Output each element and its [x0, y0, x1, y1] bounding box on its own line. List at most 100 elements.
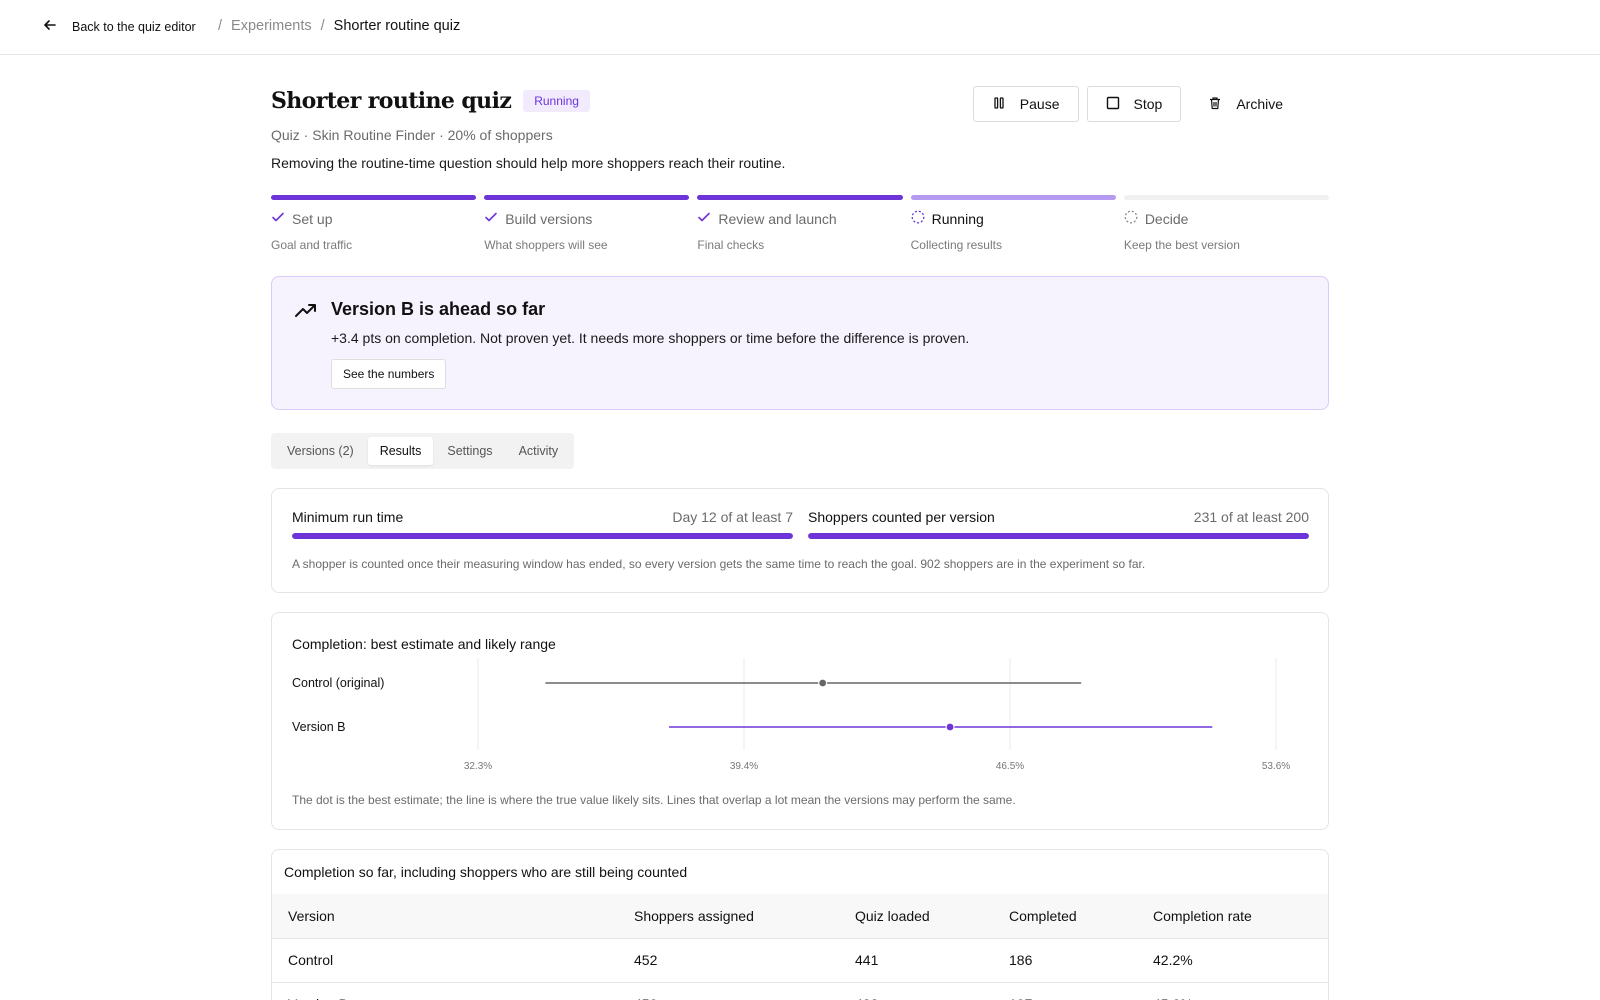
column-header: Quiz loaded — [855, 894, 1009, 939]
step-desc: Final checks — [697, 238, 765, 252]
run-time-value: Day 12 of at least 7 — [672, 509, 793, 525]
step-label: Review and launch — [718, 210, 837, 227]
table-cell: 45.0% — [1153, 982, 1328, 1000]
table-row: Version B45043819745.0% — [272, 982, 1328, 1000]
table-cell: 186 — [1009, 938, 1153, 983]
chart-note: The dot is the best estimate; the line i… — [292, 793, 1016, 807]
progress-card: Minimum run time Day 12 of at least 7 Sh… — [271, 488, 1329, 593]
step-decide: Decide Keep the best version — [1123, 195, 1330, 252]
completion-table-card: Completion so far, including shoppers wh… — [271, 849, 1329, 1000]
tab-results[interactable]: Results — [367, 437, 434, 465]
experiment-hypothesis: Removing the routine-time question shoul… — [271, 155, 786, 171]
series-label: Version B — [292, 720, 346, 734]
stop-label: Stop — [1133, 96, 1163, 112]
check-icon — [697, 210, 711, 227]
chart-title: Completion: best estimate and likely ran… — [292, 636, 556, 652]
archive-label: Archive — [1236, 96, 1283, 112]
step-bar — [910, 195, 1116, 200]
see-numbers-button[interactable]: See the numbers — [331, 359, 447, 389]
x-tick-label: 46.5% — [996, 761, 1024, 772]
table-cell: 450 — [634, 982, 855, 1000]
check-icon — [484, 210, 498, 227]
step-head: Review and launch — [697, 210, 902, 227]
step-label: Set up — [292, 210, 333, 227]
shoppers-track — [808, 533, 1309, 539]
table-cell: Control — [272, 938, 634, 983]
arrow-left-icon — [42, 17, 58, 36]
page-title: Shorter routine quiz — [271, 88, 512, 114]
completion-table: Version Shoppers assigned Quiz loaded Compl… — [272, 894, 1328, 1000]
tab-settings[interactable]: Settings — [435, 437, 504, 465]
step-desc: What shoppers will see — [484, 238, 608, 252]
step-bar — [484, 195, 690, 200]
tab-versions-2[interactable]: Versions (2) — [275, 437, 366, 465]
step-running: Running Collecting results — [910, 195, 1116, 252]
stop-icon — [1106, 96, 1120, 113]
run-time-fill — [292, 533, 793, 539]
archive-button[interactable]: Archive — [1189, 86, 1302, 122]
table-header-row: Version Shoppers assigned Quiz loaded Compl… — [272, 894, 1328, 939]
shoppers-progress: Shoppers counted per version 231 of at l… — [808, 509, 1309, 539]
result-banner: Version B is ahead so far +3.4 pts on co… — [271, 276, 1329, 410]
pause-label: Pause — [1019, 96, 1060, 112]
estimate-dot — [946, 723, 954, 731]
run-time-progress: Minimum run time Day 12 of at least 7 — [292, 509, 793, 539]
breadcrumb-experiments[interactable]: Experiments — [231, 18, 312, 34]
run-time-label: Minimum run time — [292, 509, 404, 525]
step-head: Running — [911, 210, 1116, 227]
column-header: Completion rate — [1153, 894, 1328, 939]
series-label: Control (original) — [292, 676, 384, 690]
completion-chart-card: Completion: best estimate and likely ran… — [271, 612, 1329, 830]
column-header: Shoppers assigned — [634, 894, 855, 939]
trending-up-icon — [294, 301, 318, 321]
pause-button[interactable]: Pause — [972, 86, 1079, 122]
tab-activity[interactable]: Activity — [507, 437, 571, 465]
breadcrumb-separator: / — [320, 18, 325, 34]
step-desc: Keep the best version — [1123, 238, 1240, 252]
step-bar — [271, 195, 477, 200]
back-link-label: Back to the quiz editor — [72, 19, 196, 34]
step-label: Build versions — [505, 210, 593, 227]
completion-interval-chart: 32.3% 39.4% 46.5% 53.6% Control (original) Ve… — [292, 658, 1290, 772]
circle-dashed-icon — [911, 210, 925, 227]
shoppers-label: Shoppers counted per version — [808, 509, 995, 525]
step-bar — [697, 195, 903, 200]
progress-note: A shopper is counted once their measurin… — [292, 557, 1146, 571]
table-row: Control 452 441 186 42.2% — [272, 938, 1328, 983]
table-cell: 438 — [855, 982, 1009, 1000]
header-actions: Pause Stop Archive — [972, 86, 1302, 122]
column-header: Version — [272, 894, 634, 939]
check-icon — [271, 210, 285, 227]
table-cell: 197 — [1009, 982, 1153, 1000]
title-row: Shorter routine quiz Running — [271, 88, 590, 114]
step-build-versions: Build versions What shoppers will see — [484, 195, 690, 252]
tab-bar: Versions (2) Results Settings Activity — [271, 433, 575, 469]
table-cell: 42.2% — [1153, 938, 1328, 983]
pause-icon — [992, 96, 1006, 113]
shoppers-value: 231 of at least 200 — [1193, 509, 1309, 525]
step-head: Set up — [271, 210, 476, 227]
step-label: Decide — [1144, 210, 1189, 227]
table-title: Completion so far, including shoppers wh… — [284, 864, 688, 880]
trash-icon — [1208, 96, 1222, 113]
banner-title: Version B is ahead so far — [331, 299, 546, 319]
breadcrumb-separator: / — [218, 18, 223, 34]
table-body: Control45244118642.2%Version B4504381974… — [272, 938, 1328, 1000]
step-desc: Goal and traffic — [271, 238, 353, 252]
x-tick-label: 39.4% — [730, 761, 758, 772]
table-cell: 452 — [634, 938, 855, 983]
top-bar: Back to the quiz editor / Experiments / … — [0, 0, 1600, 55]
x-tick-label: 32.3% — [464, 761, 492, 772]
run-time-track — [292, 533, 793, 539]
back-to-editor-link[interactable]: Back to the quiz editor — [42, 17, 196, 36]
table-cell: 441 — [855, 938, 1009, 983]
breadcrumb: / Experiments / Shorter routine quiz — [218, 18, 460, 34]
stop-button[interactable]: Stop — [1086, 86, 1182, 122]
circle-dashed-icon — [1124, 210, 1138, 227]
progress-stepper: Set up Goal and traffic Build versions What… — [271, 195, 1330, 252]
column-header: Completed — [1009, 894, 1153, 939]
experiment-subtitle: Quiz · Skin Routine Finder · 20% of shop… — [271, 127, 553, 143]
step-review-and-launch: Review and launch Final checks — [697, 195, 903, 252]
table-cell: Version B — [272, 982, 634, 1000]
step-desc: Collecting results — [910, 238, 1002, 252]
